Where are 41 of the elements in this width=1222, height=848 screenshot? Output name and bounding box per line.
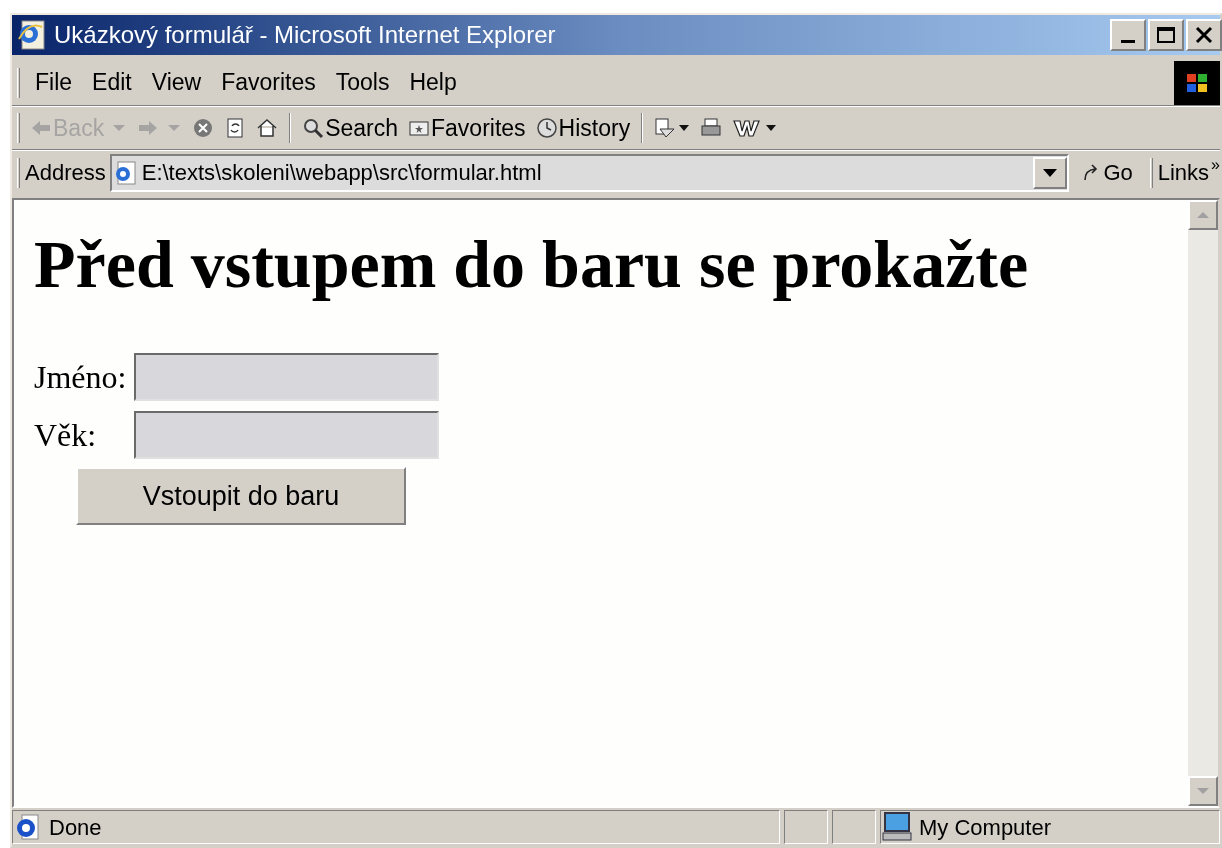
window-title: Ukázkový formulář - Microsoft Internet Explorer — [54, 20, 556, 50]
dropdown-button[interactable] — [1033, 156, 1068, 189]
text-field[interactable] — [134, 353, 440, 401]
stop-icon — [192, 117, 215, 139]
close-icon — [1195, 26, 1213, 44]
chevron[interactable]: » — [1211, 153, 1220, 177]
address-field[interactable]: E:\texts\skoleni\webapp\src\formular.html — [109, 153, 1070, 192]
caret-icon — [111, 123, 128, 133]
field-label: Jméno: — [34, 358, 127, 397]
minimize-button[interactable] — [1110, 19, 1146, 51]
editor-dropdown-icon — [732, 117, 779, 139]
status-panel — [832, 810, 876, 844]
menu-item[interactable]: Favorites — [211, 65, 326, 100]
home-icon — [256, 117, 279, 139]
text-field[interactable] — [134, 411, 440, 459]
flag-icon — [1185, 71, 1209, 94]
go-button[interactable]: Go — [1069, 156, 1145, 189]
menu-item[interactable]: View — [141, 65, 212, 100]
mail-dropdown-icon — [654, 117, 691, 139]
computer-icon — [881, 811, 915, 843]
caret-icon — [166, 123, 183, 133]
magnifier-icon — [302, 117, 325, 139]
menu-item[interactable]: Tools — [325, 65, 400, 100]
clock-icon — [535, 117, 558, 139]
favorites-button[interactable]: Favorites — [403, 110, 531, 146]
zone-text: My Computer — [919, 813, 1052, 842]
links-button[interactable]: Links — [1157, 156, 1210, 189]
status-panel — [784, 810, 828, 844]
maximize-button[interactable] — [1148, 19, 1184, 51]
menu-item[interactable]: Help — [399, 65, 467, 100]
caret-icon — [1042, 167, 1059, 178]
submit-button[interactable]: Vstoupit do baru — [76, 467, 406, 525]
field-label: Věk: — [34, 416, 98, 455]
menu-item[interactable]: File — [25, 65, 83, 100]
menu-item[interactable]: Edit — [82, 65, 142, 100]
address-label: Address — [25, 159, 106, 187]
printer-icon — [700, 117, 723, 139]
search-button[interactable]: Search — [297, 110, 403, 146]
close-button[interactable] — [1186, 19, 1222, 51]
history-button[interactable]: History — [530, 110, 636, 146]
status-text: Done — [49, 813, 102, 842]
